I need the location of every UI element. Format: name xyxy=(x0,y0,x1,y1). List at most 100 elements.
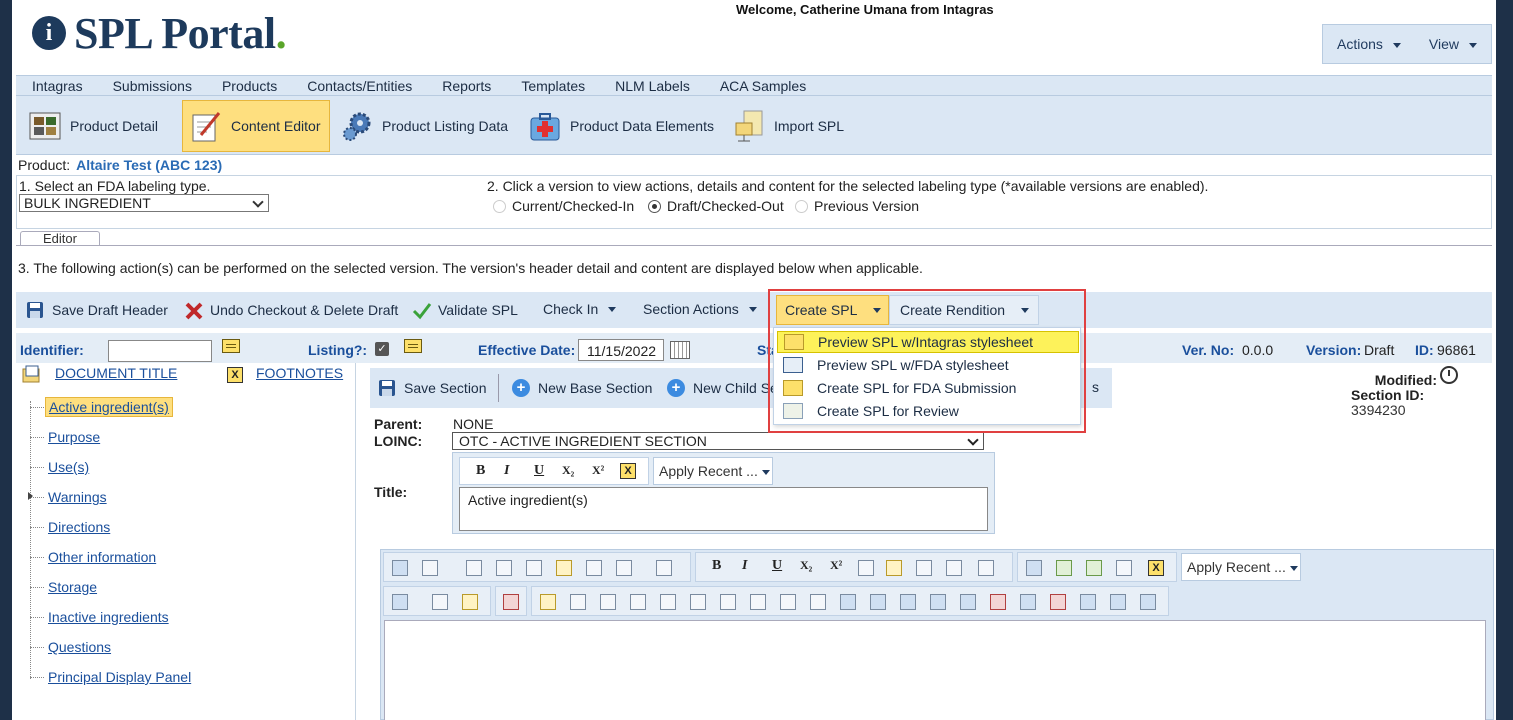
delete-column-icon[interactable] xyxy=(1050,594,1066,610)
tab-editor[interactable]: Editor xyxy=(20,231,100,246)
section-action-partial[interactable]: s xyxy=(1092,379,1099,395)
apply-recent-select[interactable]: Apply Recent ... xyxy=(1181,553,1301,581)
save-draft-header-button[interactable]: Save Draft Header xyxy=(26,301,168,319)
insert-row-icon[interactable] xyxy=(960,594,976,610)
view-menu[interactable]: View xyxy=(1429,36,1477,52)
nav-item-contacts-entities[interactable]: Contacts/Entities xyxy=(307,78,412,94)
content-edit-area[interactable] xyxy=(384,620,1486,720)
italic-button[interactable]: I xyxy=(742,558,747,574)
table-cell-icon[interactable] xyxy=(660,594,676,610)
identifier-input[interactable] xyxy=(108,340,212,362)
save-icon[interactable] xyxy=(392,560,408,576)
table-cell-icon[interactable] xyxy=(630,594,646,610)
table-icon[interactable] xyxy=(392,594,408,610)
tree-item-uses[interactable]: Use(s) xyxy=(48,459,89,475)
calendar-icon[interactable] xyxy=(670,341,690,359)
nav-item-products[interactable]: Products xyxy=(222,78,277,94)
nav-item-nlm-labels[interactable]: NLM Labels xyxy=(615,78,690,94)
cut-icon[interactable] xyxy=(526,560,542,576)
version-radio-current[interactable]: Current/Checked-In xyxy=(493,198,634,214)
note-icon[interactable] xyxy=(404,339,422,353)
insert-row-icon[interactable] xyxy=(900,594,916,610)
version-radio-previous[interactable]: Previous Version xyxy=(795,198,919,214)
tree-item-warnings[interactable]: Warnings xyxy=(48,489,107,505)
footnotes-link[interactable]: FOOTNOTES xyxy=(256,365,343,381)
bold-button[interactable]: B xyxy=(712,558,721,574)
nav-item-submissions[interactable]: Submissions xyxy=(113,78,192,94)
expand-arrow-icon[interactable] xyxy=(28,492,33,500)
nav-item-intagras[interactable]: Intagras xyxy=(32,78,83,94)
new-child-section-button[interactable]: + New Child Sec xyxy=(667,379,785,397)
create-rendition-button[interactable]: Create Rendition xyxy=(889,295,1039,325)
save-section-button[interactable]: Save Section xyxy=(378,379,487,397)
italic-button[interactable]: I xyxy=(504,463,509,479)
insert-row-icon[interactable] xyxy=(930,594,946,610)
import-spl-button[interactable]: Import SPL xyxy=(726,100,850,152)
nav-item-aca-samples[interactable]: ACA Samples xyxy=(720,78,806,94)
outdent-icon[interactable] xyxy=(916,560,932,576)
product-listing-data-button[interactable]: Product Listing Data xyxy=(334,100,514,152)
list-icon[interactable] xyxy=(858,560,874,576)
delete-table-icon[interactable] xyxy=(503,594,519,610)
table-row-icon[interactable] xyxy=(1110,594,1126,610)
nav-item-reports[interactable]: Reports xyxy=(442,78,491,94)
table-column-icon[interactable] xyxy=(1140,594,1156,610)
subscript-button[interactable]: X₂ xyxy=(800,558,812,573)
print-icon[interactable] xyxy=(466,560,482,576)
find-icon[interactable] xyxy=(586,560,602,576)
title-input[interactable]: Active ingredient(s) xyxy=(459,487,988,531)
cell-properties-icon[interactable] xyxy=(540,594,556,610)
paste-icon[interactable] xyxy=(556,560,572,576)
table-cell-icon[interactable] xyxy=(720,594,736,610)
note-icon[interactable] xyxy=(222,339,240,353)
split-cells-icon[interactable] xyxy=(1080,594,1096,610)
actions-menu[interactable]: Actions xyxy=(1337,36,1401,52)
tree-item-questions[interactable]: Questions xyxy=(48,639,111,655)
menu-item-preview-fda[interactable]: Preview SPL w/FDA stylesheet xyxy=(777,354,1079,376)
tree-item-directions[interactable]: Directions xyxy=(48,519,110,535)
merge-cells-icon[interactable] xyxy=(1020,594,1036,610)
check-in-button[interactable]: Check In xyxy=(543,301,617,317)
document-title-link[interactable]: DOCUMENT TITLE xyxy=(55,365,177,381)
create-spl-button[interactable]: Create SPL xyxy=(776,295,889,325)
tree-item-purpose[interactable]: Purpose xyxy=(48,429,100,445)
align-center-icon[interactable] xyxy=(780,594,796,610)
product-detail-button[interactable]: Product Detail xyxy=(22,100,164,152)
indent-icon[interactable] xyxy=(946,560,962,576)
effective-date-input[interactable]: 11/15/2022 xyxy=(578,339,664,361)
spl-portal-logo[interactable]: i SPL Portal. xyxy=(32,8,287,58)
version-radio-draft[interactable]: Draft/Checked-Out xyxy=(648,198,784,214)
image-icon[interactable] xyxy=(1026,560,1042,576)
superscript-button[interactable]: X² xyxy=(830,558,842,573)
align-left-icon[interactable] xyxy=(750,594,766,610)
omega-icon[interactable] xyxy=(978,560,994,576)
loinc-select[interactable]: OTC - ACTIVE INGREDIENT SECTION xyxy=(452,432,984,450)
product-data-elements-button[interactable]: Product Data Elements xyxy=(522,100,720,152)
edit-active-icon[interactable] xyxy=(462,594,478,610)
globe-icon[interactable] xyxy=(1086,560,1102,576)
menu-item-preview-intagras[interactable]: Preview SPL w/Intagras stylesheet xyxy=(777,331,1079,353)
new-base-section-button[interactable]: + New Base Section xyxy=(512,379,652,397)
table-cell-icon[interactable] xyxy=(570,594,586,610)
copy-icon[interactable] xyxy=(496,560,512,576)
insert-column-icon[interactable] xyxy=(840,594,856,610)
validate-spl-button[interactable]: Validate SPL xyxy=(412,301,518,320)
content-editor-button[interactable]: Content Editor xyxy=(182,100,330,152)
underline-button[interactable]: U xyxy=(772,558,782,574)
highlight-icon[interactable] xyxy=(886,560,902,576)
insert-column-icon[interactable] xyxy=(870,594,886,610)
clock-icon[interactable] xyxy=(1440,366,1458,384)
apply-recent-select[interactable]: Apply Recent ... xyxy=(653,457,773,485)
undo-icon[interactable] xyxy=(656,560,672,576)
underline-button[interactable]: U xyxy=(534,463,544,479)
tree-item-principal-display-panel[interactable]: Principal Display Panel xyxy=(48,669,191,685)
delete-row-icon[interactable] xyxy=(990,594,1006,610)
product-name[interactable]: Altaire Test (ABC 123) xyxy=(76,157,222,173)
tree-item-other-information[interactable]: Other information xyxy=(48,549,156,565)
tree-item-active-ingredients[interactable]: Active ingredient(s) xyxy=(45,397,173,417)
globe-add-icon[interactable] xyxy=(1056,560,1072,576)
table-grid-icon[interactable] xyxy=(690,594,706,610)
remove-format-icon[interactable]: X xyxy=(620,463,636,479)
nav-item-templates[interactable]: Templates xyxy=(521,78,585,94)
bold-button[interactable]: B xyxy=(476,463,485,479)
